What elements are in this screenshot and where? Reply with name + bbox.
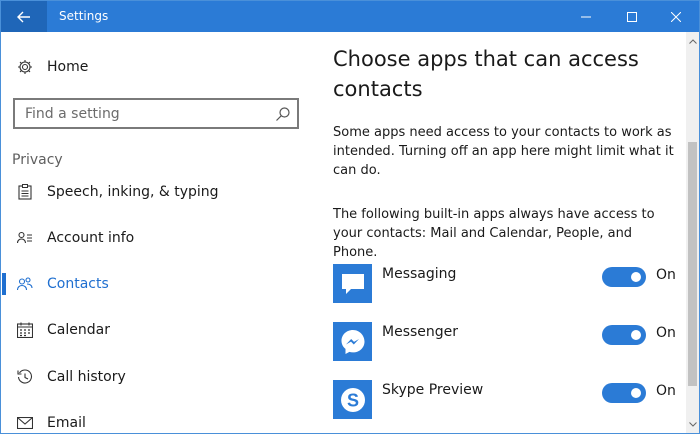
- title-bar: Settings: [1, 1, 699, 32]
- messaging-icon: [333, 264, 372, 303]
- calendar-icon: [16, 321, 34, 339]
- maximize-button[interactable]: [609, 1, 655, 32]
- app-row-skype: S Skype Preview On: [333, 380, 678, 420]
- email-icon: [16, 414, 34, 432]
- section-heading-privacy: Privacy: [12, 152, 63, 168]
- skype-icon: S: [333, 380, 372, 419]
- sidebar-item-home[interactable]: Home: [1, 47, 319, 87]
- history-icon: [16, 368, 34, 386]
- skype-toggle[interactable]: [602, 383, 646, 403]
- messaging-toggle[interactable]: [602, 267, 646, 287]
- page-title: Choose apps that can access contacts: [333, 47, 639, 101]
- sidebar: Home Find a setting Privacy Speech, inki…: [1, 32, 319, 433]
- svg-text:S: S: [346, 390, 358, 410]
- sidebar-item-label: Home: [47, 59, 89, 75]
- toggle-knob: [631, 388, 641, 398]
- sidebar-item-calendar[interactable]: Calendar: [1, 310, 319, 350]
- chevron-up-icon: [688, 38, 697, 44]
- search-input[interactable]: Find a setting: [13, 98, 299, 129]
- gear-icon: [16, 58, 34, 76]
- sidebar-item-label: Email: [47, 415, 86, 431]
- close-icon: [671, 11, 681, 22]
- main-content: Choose apps that can access contacts Som…: [319, 32, 686, 433]
- minimize-button[interactable]: [563, 1, 609, 32]
- description-text: Some apps need access to your contacts t…: [333, 125, 674, 178]
- sidebar-item-label: Call history: [47, 369, 126, 385]
- toggle-knob: [631, 272, 641, 282]
- contacts-icon: [16, 275, 34, 293]
- maximize-icon: [627, 11, 637, 22]
- selection-indicator: [2, 273, 6, 295]
- sidebar-item-email[interactable]: Email: [1, 403, 319, 433]
- toggle-state-label: On: [656, 267, 676, 283]
- vertical-scrollbar[interactable]: [686, 32, 699, 433]
- scrollbar-thumb[interactable]: [688, 142, 697, 386]
- settings-window: Settings Home Find a setting Privacy Spe…: [0, 0, 700, 434]
- sidebar-item-contacts[interactable]: Contacts: [1, 264, 319, 304]
- sidebar-item-call-history[interactable]: Call history: [1, 357, 319, 397]
- close-button[interactable]: [653, 1, 699, 32]
- toggle-state-label: On: [656, 325, 676, 341]
- back-arrow-icon: [17, 11, 30, 22]
- account-info-icon: [16, 229, 34, 247]
- sidebar-item-account-info[interactable]: Account info: [1, 218, 319, 258]
- search-placeholder: Find a setting: [25, 106, 120, 122]
- app-name: Messenger: [382, 324, 459, 340]
- scroll-up-button[interactable]: [686, 34, 699, 48]
- sidebar-item-label: Speech, inking, & typing: [47, 184, 219, 200]
- sidebar-item-label: Contacts: [47, 276, 109, 292]
- sidebar-item-label: Calendar: [47, 322, 110, 338]
- scroll-down-button[interactable]: [686, 417, 699, 431]
- app-name: Messaging: [382, 266, 457, 282]
- back-button[interactable]: [1, 1, 47, 32]
- sidebar-item-speech[interactable]: Speech, inking, & typing: [1, 172, 319, 212]
- toggle-knob: [631, 330, 641, 340]
- window-title: Settings: [59, 9, 109, 23]
- builtin-apps-note: The following built-in apps always have …: [333, 207, 655, 260]
- search-icon: [276, 107, 290, 121]
- app-row-messenger: Messenger On: [333, 322, 678, 362]
- clipboard-icon: [16, 183, 34, 201]
- messenger-icon: [333, 322, 372, 361]
- chevron-down-icon: [688, 421, 697, 427]
- app-name: Skype Preview: [382, 382, 484, 398]
- minimize-icon: [581, 16, 591, 17]
- app-row-messaging: Messaging On: [333, 264, 678, 304]
- toggle-state-label: On: [656, 383, 676, 399]
- messenger-toggle[interactable]: [602, 325, 646, 345]
- sidebar-item-label: Account info: [47, 230, 135, 246]
